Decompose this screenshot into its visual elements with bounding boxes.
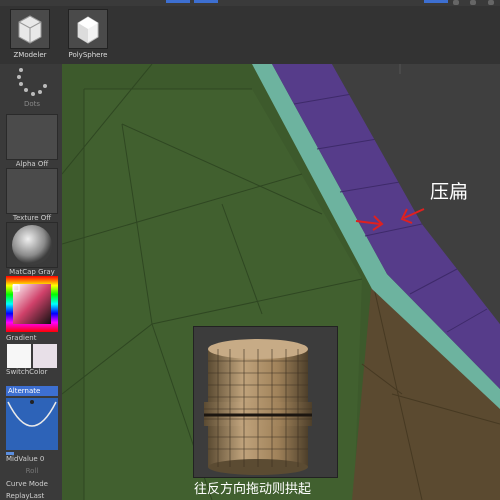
- material-selector[interactable]: MatCap Gray: [6, 222, 58, 276]
- dots-stroke-icon: [17, 68, 47, 96]
- flatten-annotation: 压扁: [430, 181, 469, 203]
- alternate-button[interactable]: Alternate: [6, 386, 58, 396]
- main-color-swatch[interactable]: [7, 344, 31, 368]
- polysphere-cube-icon: [68, 9, 108, 49]
- roll-button[interactable]: Roll: [6, 467, 58, 475]
- replay-last-label: ReplayLast: [6, 492, 45, 500]
- color-picker-icon: [6, 276, 58, 332]
- secondary-color-swatch[interactable]: [33, 344, 57, 368]
- left-shelf: Dots Alpha Off Texture Off MatCap Gray G…: [0, 64, 63, 500]
- top-toggle[interactable]: [470, 0, 476, 5]
- alpha-selector[interactable]: Alpha Off: [6, 114, 58, 168]
- top-toggle[interactable]: [453, 0, 459, 5]
- gradient-label: Gradient: [6, 334, 37, 342]
- replay-last-button[interactable]: ReplayLast: [6, 492, 58, 500]
- midvalue-label: MidValue 0: [6, 455, 45, 463]
- curve-mode-label: Curve Mode: [6, 480, 48, 488]
- dots-label: Dots: [23, 100, 41, 108]
- curve-editor[interactable]: [6, 398, 58, 452]
- midvalue-slider[interactable]: MidValue 0: [6, 452, 58, 463]
- material-label: MatCap Gray: [9, 268, 55, 276]
- tool-palette: ZModeler PolySphere: [0, 6, 500, 65]
- tool-zmodeler[interactable]: ZModeler: [4, 9, 56, 63]
- curve-mode-button[interactable]: Curve Mode: [6, 480, 58, 488]
- roll-label: Roll: [25, 467, 39, 475]
- switch-color[interactable]: SwitchColor: [6, 344, 58, 376]
- curve-editor-graph[interactable]: [6, 398, 58, 450]
- matcap-sphere-icon: [6, 222, 58, 268]
- alpha-label: Alpha Off: [15, 160, 49, 168]
- color-picker[interactable]: Gradient: [6, 276, 58, 342]
- switchcolor-label: SwitchColor: [6, 368, 48, 376]
- zmodeler-cube-icon: [10, 9, 50, 49]
- alternate-label: Alternate: [6, 386, 58, 396]
- texture-selector[interactable]: Texture Off: [6, 168, 58, 222]
- example-inset: [193, 326, 338, 478]
- stroke-dots[interactable]: Dots: [6, 64, 58, 108]
- tool-polysphere-label: PolySphere: [68, 51, 108, 59]
- top-button[interactable]: [166, 0, 190, 3]
- texture-label: Texture Off: [12, 214, 52, 222]
- top-button[interactable]: [424, 0, 448, 3]
- caption-reverse-drag: 往反方向拖动则拱起: [194, 482, 312, 497]
- tool-polysphere[interactable]: PolySphere: [62, 9, 114, 63]
- top-button[interactable]: [194, 0, 218, 3]
- top-toggle[interactable]: [488, 0, 494, 5]
- tool-zmodeler-label: ZModeler: [13, 51, 47, 59]
- cylinder-preview: [194, 327, 337, 477]
